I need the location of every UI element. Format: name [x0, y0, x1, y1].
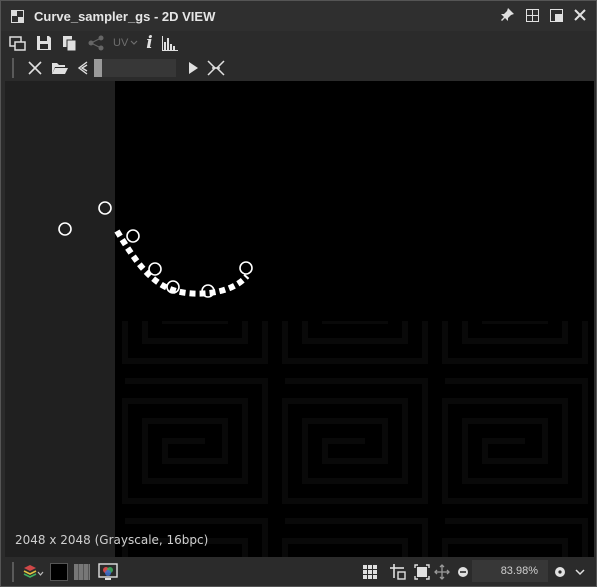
zoom-out-icon[interactable] — [457, 562, 469, 582]
color-channels-icon[interactable] — [98, 562, 118, 582]
toolbar-grip[interactable] — [12, 561, 14, 582]
next-frame-icon[interactable] — [182, 58, 204, 78]
copy-icon[interactable] — [61, 33, 79, 53]
save-icon[interactable] — [35, 33, 53, 53]
image-dimensions-label: 2048 x 2048 (Grayscale, 16bpc) — [15, 533, 209, 547]
background-black-swatch[interactable] — [50, 562, 68, 581]
view-mode-icon[interactable] — [9, 33, 27, 53]
2d-viewport[interactable]: 2048 x 2048 (Grayscale, 16bpc) — [5, 81, 594, 557]
control-point[interactable] — [98, 201, 112, 215]
histogram-icon[interactable] — [161, 33, 179, 53]
slider-handle[interactable] — [94, 59, 102, 77]
2d-view-window: Curve_sampler_gs - 2D VIEW UV i 2048 x 2… — [0, 0, 597, 587]
zoom-level-field[interactable]: 83.98% — [472, 560, 548, 582]
previous-frame-icon[interactable] — [74, 58, 92, 78]
zoom-in-icon[interactable] — [554, 562, 566, 582]
view-toolbar: UV i — [1, 31, 596, 55]
menu-dropdown-icon[interactable] — [575, 562, 585, 582]
uv-dropdown[interactable]: UV — [113, 33, 138, 53]
clear-icon[interactable] — [24, 58, 46, 78]
open-folder-icon[interactable] — [46, 58, 74, 78]
window-title: Curve_sampler_gs - 2D VIEW — [34, 8, 216, 24]
texture-pattern — [115, 321, 594, 557]
control-point[interactable] — [58, 222, 72, 236]
control-point[interactable] — [239, 261, 253, 275]
texture-canvas[interactable] — [5, 81, 594, 557]
share-icon[interactable] — [87, 33, 105, 53]
control-point[interactable] — [126, 229, 140, 243]
close-icon[interactable] — [572, 7, 588, 23]
background-gray-swatch[interactable] — [74, 563, 90, 580]
fit-view-icon[interactable] — [414, 562, 430, 582]
split-view-icon[interactable] — [524, 7, 540, 23]
collapse-icon[interactable] — [204, 58, 228, 78]
control-point[interactable] — [148, 262, 162, 276]
pin-icon[interactable] — [500, 7, 516, 23]
pan-icon[interactable] — [434, 562, 450, 582]
bottom-toolbar: 83.98% — [1, 557, 596, 586]
restore-icon[interactable] — [548, 7, 564, 23]
panel-icon — [11, 9, 24, 23]
tiling-icon[interactable] — [389, 562, 407, 582]
window-controls — [500, 7, 588, 23]
uv-label: UV — [113, 37, 129, 49]
playback-toolbar — [1, 55, 596, 81]
grid-icon[interactable] — [362, 562, 378, 582]
title-bar: Curve_sampler_gs - 2D VIEW — [1, 1, 596, 31]
frame-slider[interactable] — [94, 59, 176, 77]
toolbar-grip[interactable] — [12, 58, 14, 78]
chevron-down-icon — [130, 40, 138, 45]
layers-icon[interactable] — [22, 562, 44, 582]
info-icon[interactable]: i — [146, 33, 152, 53]
